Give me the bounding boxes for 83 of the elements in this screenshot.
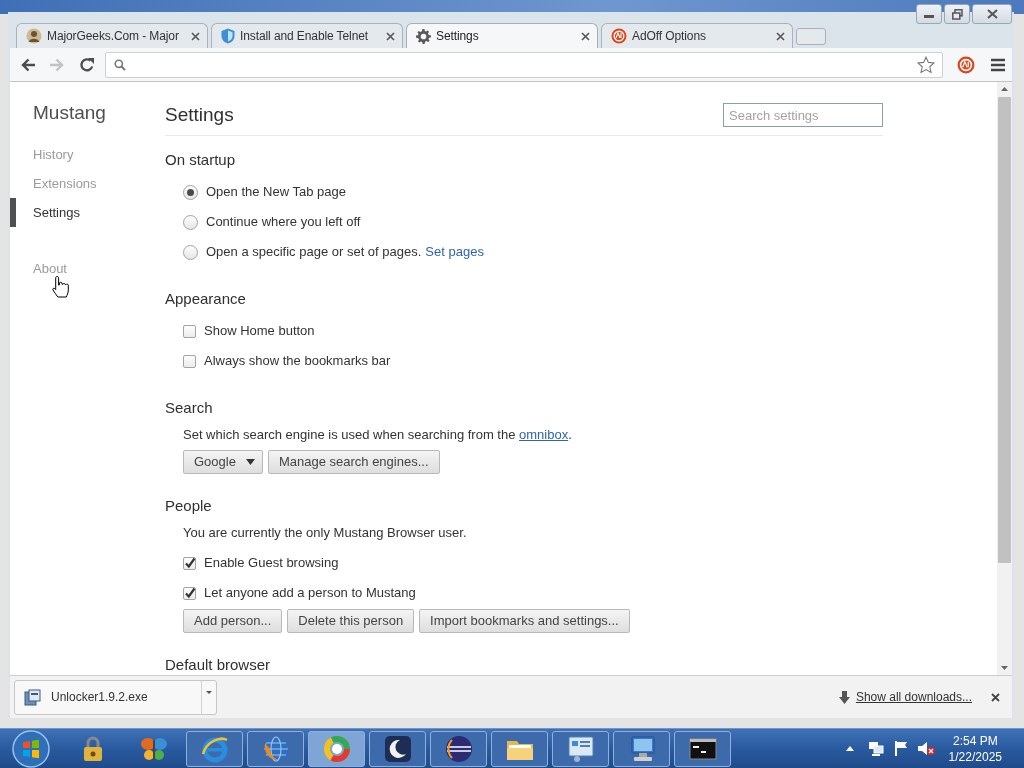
radio-button[interactable] bbox=[183, 184, 198, 200]
close-icon[interactable] bbox=[776, 31, 785, 41]
search-icon bbox=[114, 58, 126, 71]
scroll-down-icon[interactable] bbox=[1001, 666, 1008, 670]
checkmark-icon bbox=[184, 586, 196, 599]
installer-file-icon bbox=[24, 688, 41, 706]
settings-button[interactable]: Add person... bbox=[183, 609, 283, 633]
gear-icon bbox=[416, 28, 431, 44]
description-text: Set which search engine is used when searching from the omnibox. bbox=[183, 426, 572, 445]
taskbar-app-button[interactable] bbox=[369, 730, 426, 767]
circle-logo-icon bbox=[611, 28, 627, 44]
option-label: Open the New Tab page bbox=[206, 183, 346, 202]
settings-button[interactable]: Delete this person bbox=[287, 609, 415, 633]
hand-cursor-icon bbox=[52, 275, 69, 298]
checkbox[interactable] bbox=[183, 586, 196, 600]
section-heading: On startup bbox=[165, 151, 236, 169]
close-icon[interactable] bbox=[991, 692, 1000, 702]
caret-icon bbox=[206, 690, 212, 694]
clock-time[interactable]: 2:54 PM bbox=[952, 732, 998, 749]
close-icon bbox=[986, 9, 998, 19]
page-title: Settings bbox=[165, 103, 234, 127]
settings-button[interactable]: Import bookmarks and settings... bbox=[419, 609, 630, 633]
settings-button[interactable]: Manage search engines... bbox=[267, 450, 440, 474]
browser-tab[interactable]: Settings bbox=[406, 23, 598, 48]
section-heading: People bbox=[165, 497, 212, 515]
ring-logo-icon bbox=[321, 733, 352, 764]
option-label: Show Home button bbox=[204, 322, 315, 341]
flag-icon[interactable] bbox=[893, 741, 908, 756]
checkbox[interactable] bbox=[183, 354, 196, 368]
show-all-downloads-link[interactable]: Show all downloads... bbox=[855, 688, 972, 706]
checkbox[interactable] bbox=[183, 324, 196, 338]
browser-tab[interactable]: AdOff Options bbox=[601, 23, 793, 48]
caret-up-icon[interactable] bbox=[845, 746, 854, 751]
option-label: Open a specific page or set of pages. bbox=[206, 243, 422, 262]
taskbar-app-button[interactable] bbox=[674, 730, 731, 767]
search-settings-field[interactable]: Search settings bbox=[723, 103, 883, 127]
network-icon[interactable] bbox=[867, 741, 884, 756]
taskbar-app-button[interactable] bbox=[430, 730, 487, 767]
link[interactable]: Set pages bbox=[425, 242, 484, 262]
clock-date[interactable]: 1/22/2025 bbox=[948, 748, 1002, 765]
reload-icon[interactable] bbox=[79, 56, 95, 73]
back-arrow-icon[interactable] bbox=[20, 56, 36, 73]
taskbar-app-button[interactable] bbox=[491, 730, 548, 767]
caret-icon bbox=[245, 459, 255, 465]
sidebar-item[interactable]: Settings bbox=[10, 198, 84, 227]
menu-icon[interactable] bbox=[991, 57, 1005, 72]
control-panel-icon bbox=[565, 733, 596, 764]
description-text: You are currently the only Mustang Browser user. bbox=[183, 524, 467, 543]
browser-tab[interactable]: Install and Enable Telnet bbox=[211, 23, 403, 48]
option-label: Enable Guest browsing bbox=[204, 554, 339, 573]
scroll-up-icon[interactable] bbox=[1001, 87, 1008, 91]
download-arrow-icon bbox=[838, 690, 850, 704]
sidebar-title: Mustang bbox=[32, 102, 106, 124]
person-icon bbox=[26, 28, 42, 44]
address-field[interactable] bbox=[105, 51, 943, 78]
close-icon[interactable] bbox=[191, 31, 200, 41]
circle-logo-icon[interactable] bbox=[957, 55, 975, 74]
section-heading: Default browser bbox=[165, 656, 271, 674]
search-engine-dropdown[interactable]: Google bbox=[183, 450, 263, 474]
option-label: Let anyone add a person to Mustang bbox=[204, 584, 416, 603]
option-label: Always show the bookmarks bar bbox=[204, 352, 391, 371]
option-label: Continue where you left off bbox=[206, 213, 361, 232]
browser-tab[interactable]: MajorGeeks.Com - Major bbox=[16, 23, 208, 48]
section-heading: Search bbox=[165, 399, 213, 417]
checkmark-icon bbox=[184, 556, 196, 569]
sphere-icon bbox=[443, 733, 474, 764]
restore-button[interactable] bbox=[944, 4, 970, 24]
moon-icon bbox=[382, 733, 413, 764]
close-icon[interactable] bbox=[581, 31, 590, 41]
radio-button[interactable] bbox=[183, 244, 198, 260]
start-orb-icon[interactable] bbox=[12, 729, 50, 768]
shield-icon bbox=[221, 28, 235, 44]
restore-icon bbox=[951, 8, 963, 20]
scrollbar-thumb[interactable] bbox=[998, 97, 1011, 563]
radio-button[interactable] bbox=[183, 214, 198, 230]
download-item[interactable]: Unlocker1.9.2.exe bbox=[14, 679, 217, 715]
star-icon[interactable] bbox=[917, 55, 935, 74]
section-heading: Appearance bbox=[165, 290, 246, 308]
close-window-button[interactable] bbox=[972, 4, 1012, 24]
speaker-muted-icon[interactable] bbox=[917, 741, 935, 756]
close-icon[interactable] bbox=[386, 31, 395, 41]
minimize-button[interactable] bbox=[916, 4, 942, 24]
checkbox[interactable] bbox=[183, 556, 196, 570]
